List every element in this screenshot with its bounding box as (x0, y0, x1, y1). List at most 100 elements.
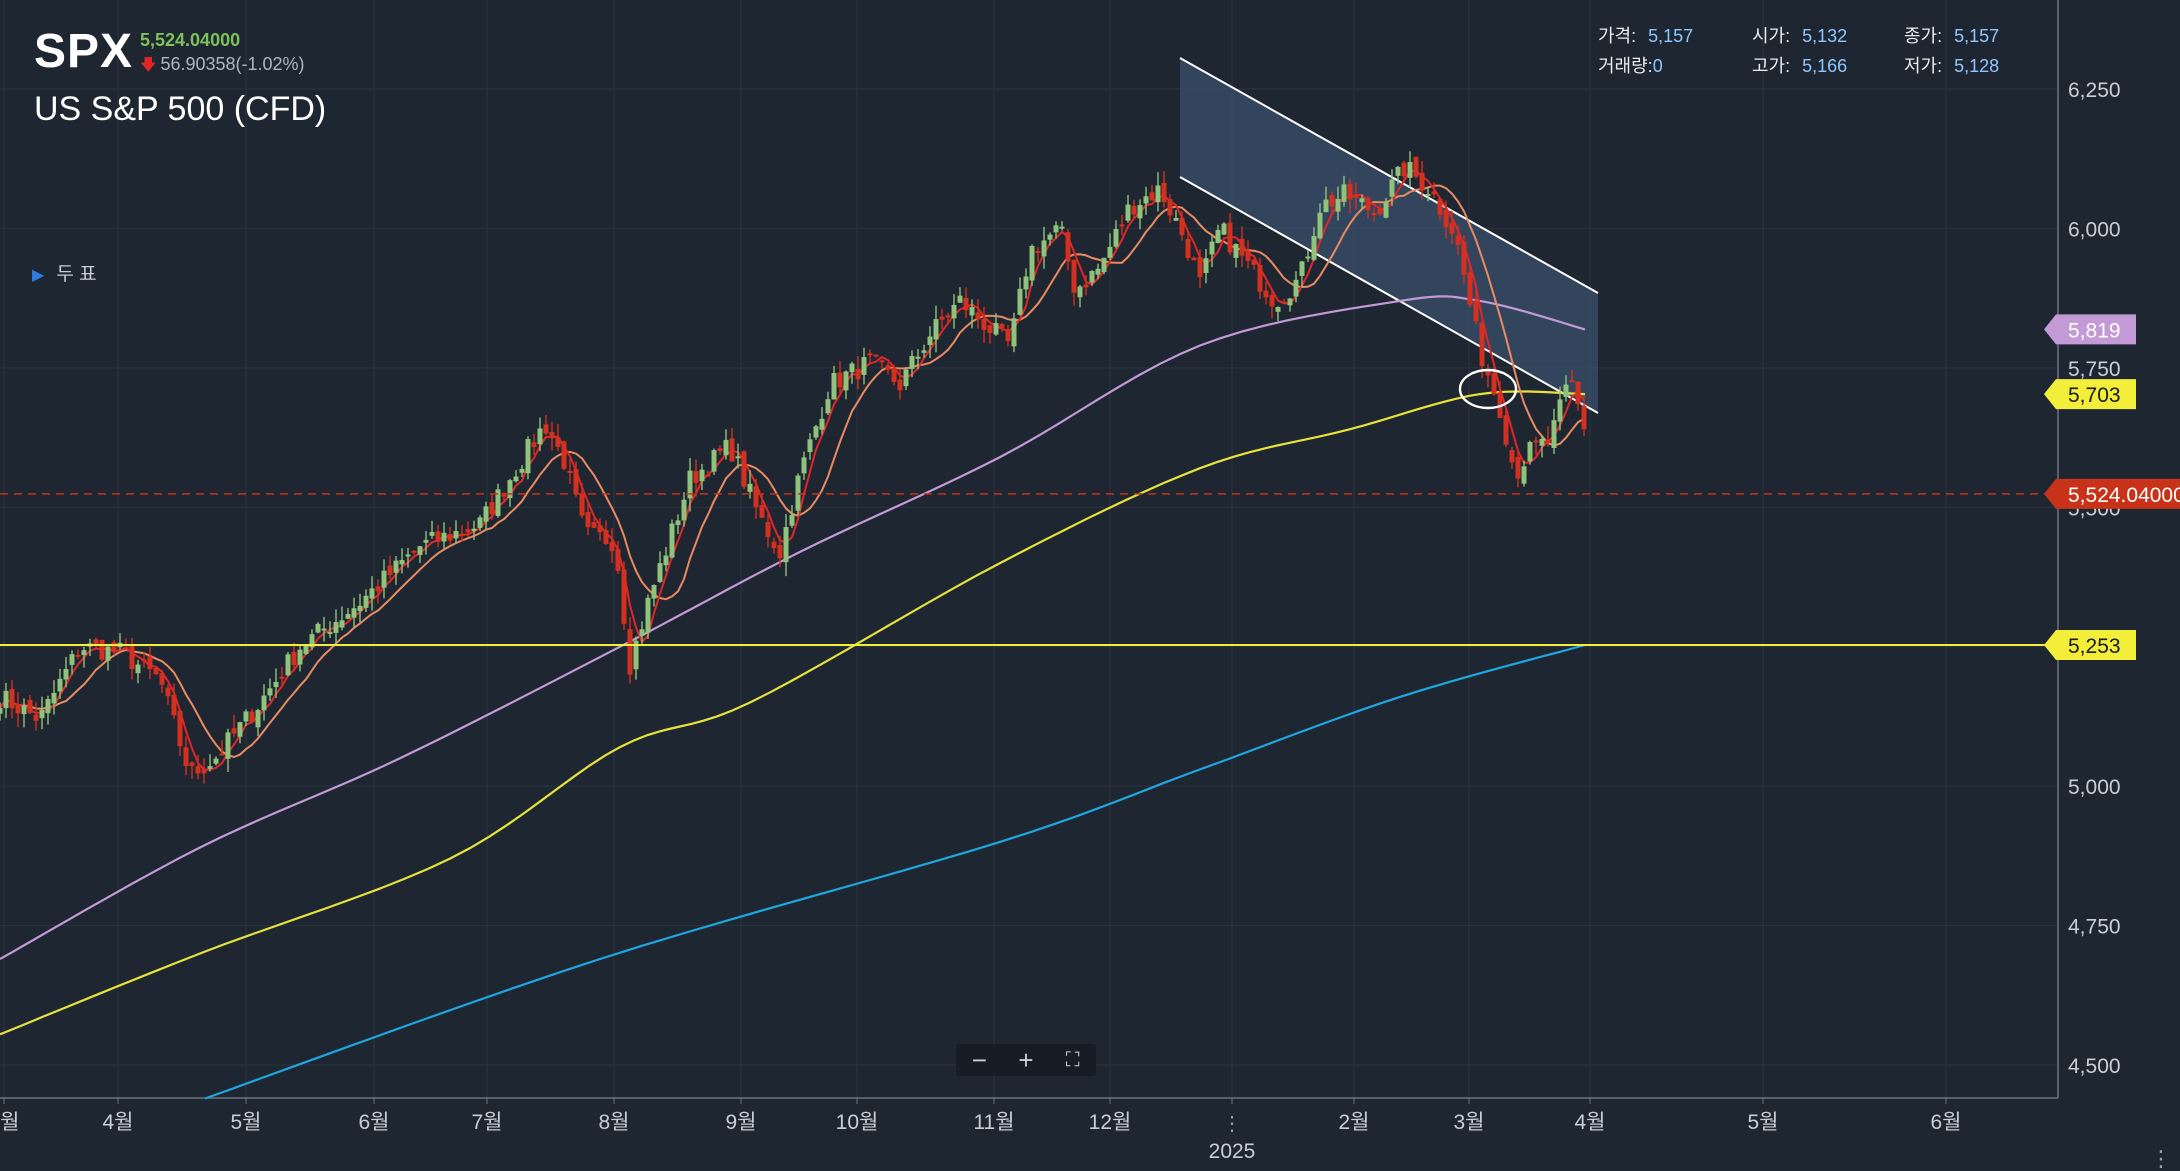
candle-body-86 (513, 476, 519, 482)
candle-body-64 (381, 570, 387, 588)
candle-body-3 (15, 704, 21, 714)
y-tick-label-0: 4,500 (2068, 1055, 2121, 1078)
candle-body-179 (1071, 259, 1077, 293)
candle-body-193 (1155, 185, 1161, 203)
candle-body-215 (1287, 298, 1293, 306)
x-tick-label-11: 2월 (1339, 1111, 1370, 1134)
candle-body-11 (63, 669, 69, 680)
candle-body-212 (1269, 294, 1275, 307)
candle-body-41 (243, 711, 249, 722)
candle-body-174 (1041, 240, 1047, 257)
fullscreen-button[interactable]: ⛶ (1049, 1044, 1096, 1076)
candle-body-180 (1077, 286, 1083, 298)
candle-body-63 (375, 586, 381, 592)
candle-body-197 (1179, 217, 1185, 236)
candle-body-170 (1017, 288, 1023, 315)
candle-body-201 (1203, 258, 1209, 274)
candle-body-202 (1209, 241, 1215, 255)
candle-body-238 (1425, 194, 1431, 197)
candle-body-186 (1113, 229, 1119, 247)
candle-body-231 (1383, 201, 1389, 218)
candle-body-243 (1455, 235, 1461, 245)
candle-body-207 (1239, 238, 1245, 256)
candle-body-150 (897, 379, 903, 391)
candle-body-261 (1563, 384, 1569, 398)
ohlc-low-label: 저가: (1904, 56, 1943, 76)
price-change: 🡇 56.90358(-1.02%) (140, 54, 305, 81)
candle-body-79 (471, 528, 477, 532)
candle-body-239 (1431, 191, 1437, 195)
candle-body-236 (1413, 157, 1419, 177)
x-tick-label-9: 12월 (1089, 1111, 1132, 1134)
price-tag-label-2: 5,524.04000 (2068, 484, 2180, 507)
candle-body-78 (465, 529, 471, 533)
candle-body-32 (189, 762, 195, 767)
candle-body-134 (801, 457, 807, 474)
ma60-line (0, 295, 1586, 960)
legend-toggle[interactable]: ▶ 두 표 (32, 259, 97, 286)
candle-body-240 (1437, 198, 1443, 215)
candle-body-160 (957, 295, 963, 303)
candle-body-40 (237, 722, 243, 737)
down-arrow-icon: 🡇 (140, 57, 157, 74)
candle-body-13 (75, 654, 81, 657)
candle-body-171 (1023, 276, 1029, 290)
zoom-out-button[interactable]: − (956, 1044, 1003, 1076)
x-tick-label-4: 7월 (472, 1111, 503, 1134)
candle-body-114 (681, 499, 687, 521)
candle-body-194 (1161, 182, 1167, 203)
candle-body-0 (0, 708, 3, 714)
candle-body-185 (1107, 246, 1113, 258)
candle-body-54 (321, 628, 327, 631)
candle-body-12 (69, 654, 75, 665)
price-chart[interactable]: 4,5004,7505,0005,5005,7506,0006,2503월4월5… (0, 0, 2180, 1164)
candle-body-203 (1215, 229, 1221, 243)
candle-body-25 (147, 656, 153, 670)
ohlc-open-label: 시가: (1752, 26, 1791, 46)
y-tick-label-2: 5,000 (2068, 776, 2121, 799)
candle-body-74 (441, 532, 447, 542)
candle-body-210 (1257, 265, 1263, 292)
candle-body-167 (999, 323, 1005, 328)
more-menu-icon[interactable]: ⋮ (2150, 1148, 2172, 1170)
candle-body-27 (159, 672, 165, 685)
candle-body-68 (405, 554, 411, 557)
symbol-ticker: SPX (34, 25, 134, 78)
candle-body-260 (1557, 399, 1563, 422)
candle-body-157 (939, 316, 945, 320)
candle-body-244 (1461, 242, 1467, 275)
candle-body-242 (1449, 222, 1455, 234)
candle-body-142 (849, 363, 855, 373)
candle-body-44 (261, 695, 267, 711)
candle-body-149 (891, 368, 897, 382)
y-tick-label-6: 6,000 (2068, 218, 2121, 241)
candle-body-80 (477, 517, 483, 528)
candle-body-154 (921, 350, 927, 353)
candle-body-8 (45, 699, 51, 714)
candle-body-1 (3, 690, 9, 709)
candle-body-108 (645, 597, 651, 633)
candle-body-145 (867, 353, 873, 356)
candle-body-177 (1059, 226, 1065, 229)
candle-body-4 (21, 705, 27, 715)
candle-body-56 (333, 622, 339, 633)
candle-body-100 (597, 525, 603, 533)
x-tick-label-15: 6월 (1931, 1111, 1962, 1134)
price-change-value: 56.90358(-1.02%) (160, 54, 305, 74)
x-tick-label-7: 10월 (836, 1111, 879, 1134)
candle-body-172 (1029, 246, 1035, 281)
ohlc-open-value: 5,132 (1802, 26, 1848, 46)
candle-body-136 (813, 426, 819, 438)
x-tick-label-6: 9월 (726, 1111, 757, 1134)
candle-body-192 (1149, 192, 1155, 201)
candle-body-14 (81, 650, 87, 656)
candle-body-89 (531, 442, 537, 448)
candle-body-31 (183, 747, 189, 767)
candle-body-190 (1137, 205, 1143, 219)
zoom-in-button[interactable]: + (1003, 1044, 1050, 1076)
candle-body-155 (927, 336, 933, 346)
candle-body-151 (903, 369, 909, 387)
ohlc-close-label: 종가: (1904, 26, 1943, 46)
candle-body-62 (369, 588, 375, 599)
candle-body-152 (909, 355, 915, 369)
